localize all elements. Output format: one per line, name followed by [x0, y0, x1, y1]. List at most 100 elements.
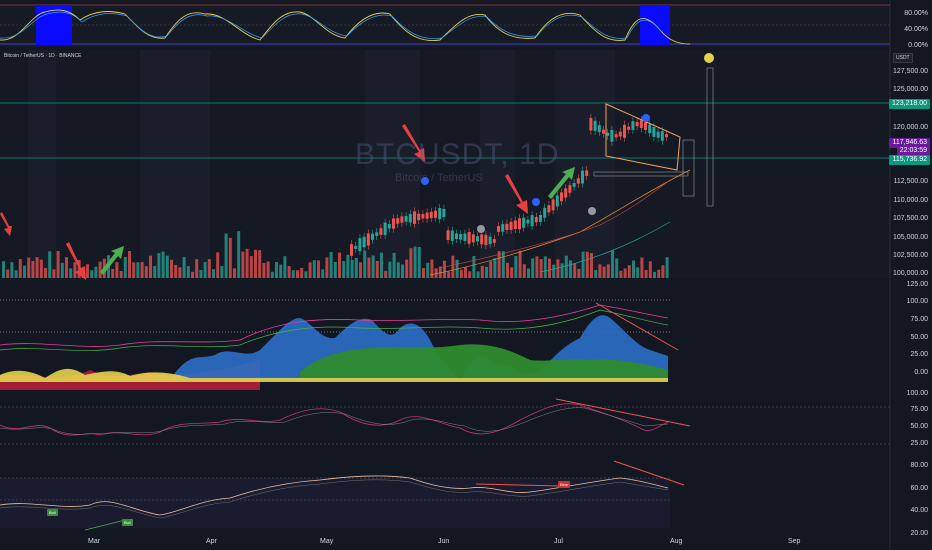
volume-bar [518, 250, 522, 278]
volume-bar [18, 259, 22, 278]
month-sep: Sep [788, 538, 801, 545]
price-axis-100000: 100,000.00 [892, 270, 928, 277]
volume-bar [380, 252, 383, 278]
candle-body [488, 236, 492, 245]
support-price-tag[interactable]: 115,736.92 [889, 155, 930, 165]
volume-bar [363, 250, 367, 278]
volume-bar [195, 259, 199, 278]
price-axis-107500: 107,500.00 [892, 215, 928, 222]
volume-bar [606, 264, 610, 278]
candle-body [421, 214, 425, 219]
wave-oscillator-pane [0, 283, 890, 390]
candle-body [635, 122, 639, 127]
candle-body [446, 230, 450, 240]
volume-bar [422, 268, 425, 278]
volume-bar [627, 265, 631, 278]
price-axis-120000: 120,000.00 [892, 124, 928, 131]
candle-body [387, 224, 391, 229]
volume-bar [270, 271, 274, 278]
signal-dot-2 [532, 198, 540, 206]
volume-bar [636, 267, 640, 278]
chart-stage[interactable]: Bitcoin / TetherUS · 1D · BINANCE USDT B… [0, 0, 932, 550]
candle-body [648, 124, 652, 134]
symbol-watermark-name: Bitcoin / TetherUS [395, 172, 483, 184]
candle-body [471, 234, 475, 243]
volume-bar [224, 233, 228, 278]
volume-bar [548, 258, 551, 278]
volume-bar [56, 251, 60, 278]
volume-bar [350, 260, 354, 278]
momentum-axis-80: 80.00 [910, 462, 928, 469]
candle-body [396, 218, 400, 224]
volume-bar [300, 267, 304, 278]
candle-body [484, 234, 488, 246]
candle-body [375, 232, 379, 236]
volume-bar [149, 255, 152, 278]
symbol-watermark: BTCUSDT, 1D [355, 138, 560, 171]
target-marker [704, 53, 714, 63]
momentum-axis-60: 60.00 [910, 485, 928, 492]
volume-bar [73, 262, 77, 278]
volume-bar [317, 260, 320, 278]
volume-bar [245, 248, 249, 278]
volume-bar [447, 271, 451, 278]
resistance-price-tag[interactable]: 123,218.00 [888, 99, 930, 109]
candle-body [560, 192, 563, 202]
candle-body [534, 216, 538, 223]
volume-bar [657, 269, 661, 278]
candle-body [618, 131, 622, 137]
bull-signal-label-1: Bull [47, 509, 58, 516]
volume-bar [367, 257, 371, 278]
candle-body [383, 222, 387, 236]
candle-body [455, 233, 458, 239]
volume-bar [342, 261, 346, 278]
osc2-axis-50: 50.00 [910, 334, 928, 341]
candle-body [442, 208, 446, 218]
symbol-currency-box: USDT [893, 53, 913, 63]
volume-bar [111, 269, 115, 278]
candle-body [400, 216, 404, 223]
price-axis-112500: 112,500.00 [893, 178, 928, 185]
volume-bar [94, 266, 98, 278]
momentum-axis-20: 20.00 [910, 530, 928, 537]
rsi-axis-50: 50.00 [910, 423, 928, 430]
chart-canvas[interactable] [0, 0, 932, 550]
volume-bar [409, 248, 413, 278]
volume-bar [527, 268, 530, 278]
volume-bar [522, 264, 526, 278]
volume-bar [2, 261, 5, 278]
volume-bar [186, 266, 190, 278]
candle-body [639, 120, 643, 129]
volume-bar [619, 270, 623, 278]
candle-body [434, 210, 437, 218]
volume-bar [165, 255, 169, 278]
candle-body [589, 118, 593, 131]
candle-body [518, 218, 521, 230]
chart-legend[interactable]: Bitcoin / TetherUS · 1D · BINANCE [4, 53, 81, 59]
candle-body [492, 239, 496, 243]
volume-bar [115, 262, 119, 278]
volume-bar [489, 261, 493, 278]
osc2-axis-100: 100.00 [906, 298, 928, 305]
volume-bar [375, 261, 379, 278]
volume-bar [640, 257, 644, 278]
top-axis-0: 0.00% [908, 42, 928, 49]
volume-bar [543, 256, 547, 278]
price-axis-127500: 127,500.00 [892, 68, 928, 75]
volume-bar [602, 266, 606, 278]
candle-body [450, 230, 454, 241]
volume-bar [564, 255, 568, 278]
volume-bar [485, 266, 488, 278]
rsi-pane [0, 397, 890, 452]
volume-bar [207, 259, 211, 278]
bear-signal-label: Bear [558, 481, 571, 488]
rsi-axis-100: 100.00 [906, 390, 928, 397]
candle-body [576, 178, 580, 184]
volume-bar [321, 269, 325, 278]
volume-bar [611, 250, 614, 278]
candle-body [593, 120, 597, 131]
volume-bar [392, 252, 396, 278]
volume-bar [459, 269, 463, 278]
volume-bar [136, 262, 140, 278]
price-axis-125000: 125,000.00 [892, 86, 928, 93]
